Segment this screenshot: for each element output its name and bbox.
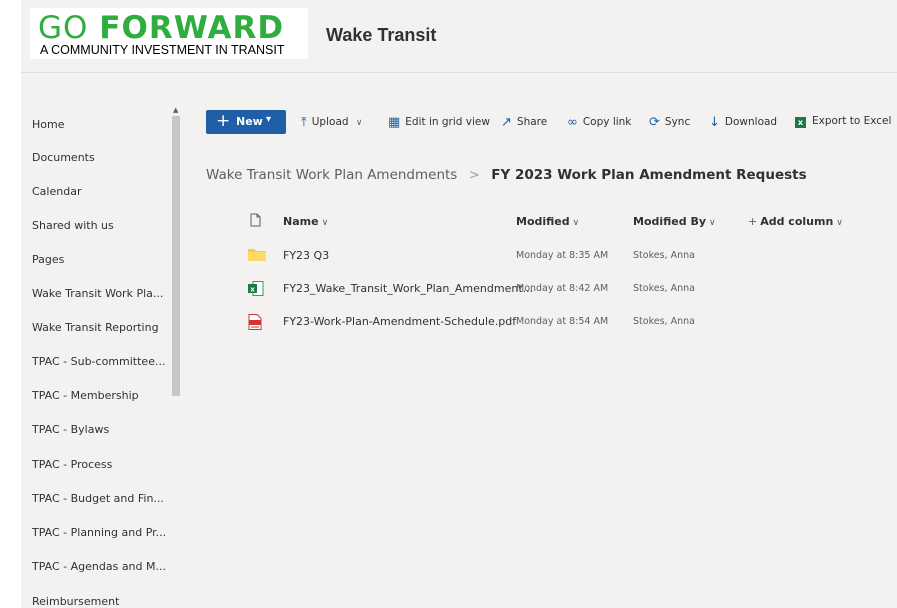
download-button[interactable]: ↓ Download xyxy=(709,115,777,130)
breadcrumb-current: FY 2023 Work Plan Amendment Requests xyxy=(491,167,807,183)
nav-item-tpac-agendas[interactable]: TPAC - Agendas and M... xyxy=(32,560,166,573)
sync-label: Sync xyxy=(664,116,691,128)
chevron-down-icon: ∨ xyxy=(321,218,329,228)
list-row[interactable]: FY23 Q3 Monday at 8:35 AM Stokes, Anna xyxy=(206,249,896,283)
modified-by[interactable]: Stokes, Anna xyxy=(633,283,695,294)
site-logo[interactable]: GO FORWARD A COMMUNITY INVESTMENT IN TRA… xyxy=(30,8,308,59)
file-name[interactable]: FY23 Q3 xyxy=(283,249,329,262)
modified-date: Monday at 8:54 AM xyxy=(516,316,609,327)
new-button-label: New xyxy=(236,115,263,128)
upload-icon: ⤒ xyxy=(301,115,307,130)
nav-item-tpac-process[interactable]: TPAC - Process xyxy=(32,458,112,471)
export-to-excel-button[interactable]: x Export to Excel xyxy=(795,115,891,128)
chevron-down-icon: ∨ xyxy=(836,218,843,228)
nav-item-shared-with-us[interactable]: Shared with us xyxy=(32,219,114,232)
modified-date: Monday at 8:42 AM xyxy=(516,283,609,294)
nav-item-tpac-planning[interactable]: TPAC - Planning and Pr... xyxy=(32,526,166,539)
modified-column-label: Modified xyxy=(516,215,570,228)
sync-icon: ⟳ xyxy=(649,115,660,130)
modified-column-header[interactable]: Modified ∨ xyxy=(516,215,579,228)
sidebar-scrollbar[interactable]: ▲ xyxy=(171,104,181,608)
sync-button[interactable]: ⟳ Sync xyxy=(649,115,690,130)
share-button[interactable]: ↗ Share xyxy=(501,115,547,130)
scrollbar-thumb[interactable] xyxy=(172,116,180,396)
left-navigation: Home Documents Calendar Shared with us P… xyxy=(21,104,181,608)
chevron-down-icon: ▾ xyxy=(266,114,272,125)
copy-link-label: Copy link xyxy=(582,116,632,128)
scroll-up-arrow-icon[interactable]: ▲ xyxy=(173,106,178,114)
modified-date: Monday at 8:35 AM xyxy=(516,250,609,261)
nav-item-home[interactable]: Home xyxy=(32,118,64,131)
export-excel-label: Export to Excel xyxy=(812,115,892,127)
breadcrumb-parent-link[interactable]: Wake Transit Work Plan Amendments xyxy=(206,167,457,183)
breadcrumb: Wake Transit Work Plan Amendments > FY 2… xyxy=(206,167,807,183)
sharepoint-frame: GO FORWARD A COMMUNITY INVESTMENT IN TRA… xyxy=(21,0,897,608)
nav-item-reimbursement[interactable]: Reimbursement xyxy=(32,595,119,608)
nav-item-wake-transit-work-plan[interactable]: Wake Transit Work Pla... xyxy=(32,287,163,300)
nav-item-tpac-bylaws[interactable]: TPAC - Bylaws xyxy=(32,423,109,436)
upload-button[interactable]: ⤒ Upload ∨ xyxy=(301,115,362,130)
nav-item-tpac-budget[interactable]: TPAC - Budget and Fin... xyxy=(32,492,164,505)
plus-icon: + xyxy=(216,111,231,131)
logo-go-text: GO xyxy=(38,10,89,46)
folder-icon xyxy=(248,249,266,261)
grid-icon: ▦ xyxy=(388,115,401,130)
page: GO FORWARD A COMMUNITY INVESTMENT IN TRA… xyxy=(0,0,897,608)
modified-by[interactable]: Stokes, Anna xyxy=(633,250,695,261)
modified-by[interactable]: Stokes, Anna xyxy=(633,316,695,327)
pdf-file-icon xyxy=(248,314,262,330)
chevron-down-icon: ∨ xyxy=(572,218,580,228)
file-name[interactable]: FY23_Wake_Transit_Work_Plan_Amendment... xyxy=(283,282,533,295)
edit-grid-view-button[interactable]: ▦ Edit in grid view xyxy=(388,115,490,130)
new-button[interactable]: + New ▾ xyxy=(206,110,286,134)
nav-band xyxy=(21,73,897,104)
add-column-button[interactable]: + Add column ∨ xyxy=(748,215,843,228)
plus-icon: + xyxy=(748,215,758,228)
modified-by-column-label: Modified By xyxy=(633,215,707,228)
logo-forward-text: FORWARD xyxy=(99,10,285,46)
share-label: Share xyxy=(516,116,548,128)
link-icon: ∞ xyxy=(567,115,578,130)
modified-by-column-header[interactable]: Modified By ∨ xyxy=(633,215,716,228)
nav-item-tpac-sub-committee[interactable]: TPAC - Sub-committee... xyxy=(32,355,165,368)
nav-item-pages[interactable]: Pages xyxy=(32,253,64,266)
site-header: GO FORWARD A COMMUNITY INVESTMENT IN TRA… xyxy=(21,0,897,72)
svg-text:x: x xyxy=(250,286,255,294)
logo-wordmark: GO FORWARD xyxy=(38,10,284,46)
upload-label: Upload xyxy=(311,116,349,128)
chevron-down-icon: ∨ xyxy=(355,118,363,128)
nav-item-wake-transit-reporting[interactable]: Wake Transit Reporting xyxy=(32,321,159,334)
download-label: Download xyxy=(724,116,778,128)
nav-item-calendar[interactable]: Calendar xyxy=(32,185,81,198)
name-column-header[interactable]: Name ∨ xyxy=(283,215,328,228)
excel-file-icon: x xyxy=(248,281,264,296)
list-row[interactable]: x FY23_Wake_Transit_Work_Plan_Amendment.… xyxy=(206,281,896,316)
add-column-label: Add column xyxy=(760,215,834,228)
logo-tagline: A COMMUNITY INVESTMENT IN TRANSIT xyxy=(40,43,285,57)
edit-grid-label: Edit in grid view xyxy=(405,116,490,128)
chevron-down-icon: ∨ xyxy=(709,218,716,228)
list-row[interactable]: FY23-Work-Plan-Amendment-Schedule.pdf Mo… xyxy=(206,314,896,349)
copy-link-button[interactable]: ∞ Copy link xyxy=(567,115,631,130)
site-title[interactable]: Wake Transit xyxy=(326,25,436,46)
breadcrumb-separator: > xyxy=(468,167,480,183)
file-type-column-header[interactable] xyxy=(250,213,261,230)
nav-item-tpac-membership[interactable]: TPAC - Membership xyxy=(32,389,139,402)
file-name[interactable]: FY23-Work-Plan-Amendment-Schedule.pdf xyxy=(283,315,516,328)
excel-icon: x xyxy=(795,117,806,128)
share-icon: ↗ xyxy=(501,115,512,130)
name-column-label: Name xyxy=(283,215,319,228)
nav-item-documents[interactable]: Documents xyxy=(32,151,95,164)
document-icon xyxy=(250,213,261,227)
download-icon: ↓ xyxy=(709,115,720,130)
